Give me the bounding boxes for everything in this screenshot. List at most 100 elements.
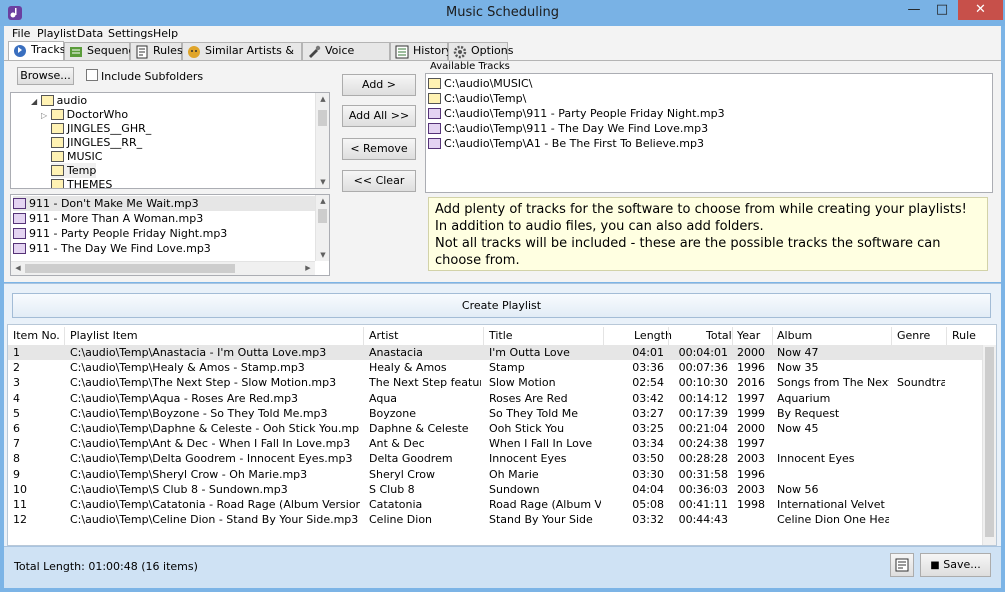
tab-sequence[interactable]: Sequence <box>64 42 141 60</box>
table-row[interactable]: 10 C:\audio\Temp\S Club 8 - Sundown.mp3 S … <box>8 482 984 497</box>
scroll-thumb[interactable] <box>318 110 327 126</box>
table-row[interactable]: 8 C:\audio\Temp\Delta Goodrem - Innocent … <box>8 451 984 466</box>
table-row[interactable]: 9 C:\audio\Temp\Sheryl Crow - Oh Marie.mp… <box>8 467 984 482</box>
tab-label: History <box>413 44 453 57</box>
add-all-button[interactable]: Add All >> <box>342 105 416 127</box>
column-header[interactable]: Artist <box>369 329 398 342</box>
tab-options[interactable]: Options <box>448 42 513 60</box>
tip-line: Not all tracks will be included - these … <box>435 236 941 268</box>
table-cell: 00:44:43 <box>678 513 728 527</box>
scroll-thumb[interactable] <box>985 347 994 537</box>
menu-help[interactable]: Help <box>153 27 178 40</box>
tab-voice-tracking[interactable]: Voice Tracking <box>302 42 390 73</box>
table-cell: 03:36 <box>632 361 664 375</box>
table-cell: 12 <box>13 513 27 527</box>
table-cell: 00:36:03 <box>678 482 728 496</box>
list-item[interactable]: C:\audio\Temp\911 - Party People Friday … <box>428 106 725 121</box>
sequence-icon <box>70 47 82 57</box>
rules-icon <box>136 45 148 59</box>
playlist-grid[interactable]: Item No. Playlist Item Artist Title Leng… <box>7 324 997 546</box>
folder-tree[interactable]: ◢ audio ▷ DoctorWho JINGLES__GHR_ JINGLE… <box>10 92 330 189</box>
table-cell: C:\audio\Temp\Boyzone - So They Told Me.… <box>70 406 328 420</box>
playlist-scrollbar[interactable] <box>982 345 996 545</box>
file-list-scrollbar[interactable]: ▲ ▼ <box>315 195 329 261</box>
menu-file[interactable]: File <box>12 27 30 40</box>
list-item[interactable]: 911 - More Than A Woman.mp3 <box>13 211 203 226</box>
list-item[interactable]: C:\audio\Temp\A1 - Be The First To Belie… <box>428 136 704 151</box>
table-cell: C:\audio\Temp\Sheryl Crow - Oh Marie.mp3 <box>70 467 308 481</box>
save-button[interactable]: ■ Save... <box>920 553 991 577</box>
table-row[interactable]: 1 C:\audio\Temp\Anastacia - I'm Outta Lov… <box>8 345 984 360</box>
column-header[interactable]: Total <box>706 329 732 342</box>
scroll-right-arrow[interactable]: ▶ <box>301 264 315 272</box>
available-tracks-list[interactable]: C:\audio\MUSIC\ C:\audio\Temp\ C:\audio\… <box>425 73 993 193</box>
column-header[interactable]: Album <box>777 329 812 342</box>
list-item[interactable]: 911 - The Day We Find Love.mp3 <box>13 241 211 256</box>
table-row[interactable]: 4 C:\audio\Temp\Aqua - Roses Are Red.mp3 A… <box>8 391 984 406</box>
list-item[interactable]: C:\audio\Temp\ <box>428 91 526 106</box>
tree-item-jingles-ghr[interactable]: JINGLES__GHR_ <box>51 121 151 136</box>
table-cell: 3 <box>13 376 20 390</box>
column-header[interactable]: Item No. <box>13 329 60 342</box>
scroll-down-arrow[interactable]: ▼ <box>316 251 329 259</box>
table-row[interactable]: 5 C:\audio\Temp\Boyzone - So They Told Me… <box>8 406 984 421</box>
menu-settings[interactable]: Settings <box>108 27 153 40</box>
table-cell: 04:04 <box>632 482 664 496</box>
tab-similar-artists[interactable]: Similar Artists & Titles <box>182 42 302 73</box>
table-row[interactable]: 12 C:\audio\Temp\Celine Dion - Stand By Y… <box>8 512 984 527</box>
list-item[interactable]: C:\audio\MUSIC\ <box>428 76 532 91</box>
maximize-button[interactable]: □ <box>928 0 956 20</box>
tree-scrollbar[interactable]: ▲ ▼ <box>315 93 329 188</box>
tree-item-music[interactable]: MUSIC <box>51 149 102 164</box>
table-cell: 6 <box>13 422 20 435</box>
add-button[interactable]: Add > <box>342 74 416 96</box>
scroll-down-arrow[interactable]: ▼ <box>316 178 329 186</box>
table-cell: 10 <box>13 482 27 496</box>
list-item[interactable]: C:\audio\Temp\911 - The Day We Find Love… <box>428 121 708 136</box>
table-cell: C:\audio\Temp\The Next Step - Slow Motio… <box>70 376 337 390</box>
folder-file-list[interactable]: 911 - Don't Make Me Wait.mp3 911 - More … <box>10 194 330 276</box>
tree-item-audio[interactable]: ◢ audio <box>31 93 87 108</box>
table-row[interactable]: 3 C:\audio\Temp\The Next Step - Slow Moti… <box>8 375 984 390</box>
tab-tracks[interactable]: Tracks <box>8 41 66 61</box>
tree-item-temp[interactable]: Temp <box>51 163 97 178</box>
table-row[interactable]: 7 C:\audio\Temp\Ant & Dec - When I Fall I… <box>8 436 984 451</box>
export-icon <box>895 558 909 572</box>
scroll-up-arrow[interactable]: ▲ <box>316 197 329 205</box>
minimize-button[interactable]: — <box>900 0 928 20</box>
column-header[interactable]: Playlist Item <box>70 329 138 342</box>
scroll-left-arrow[interactable]: ◀ <box>11 264 25 272</box>
table-row[interactable]: 6 C:\audio\Temp\Daphne & Celeste - Ooh St… <box>8 421 984 436</box>
table-row[interactable]: 2 C:\audio\Temp\Healy & Amos - Stamp.mp3 H… <box>8 360 984 375</box>
tip-line: In addition to audio files, you can also… <box>435 219 764 234</box>
table-row[interactable]: 11 C:\audio\Temp\Catatonia - Road Rage (A… <box>8 497 984 512</box>
tree-item-doctorwho[interactable]: ▷ DoctorWho <box>41 107 128 122</box>
close-button[interactable]: ✕ <box>958 0 1003 20</box>
menu-data[interactable]: Data <box>77 27 103 40</box>
file-list-hscrollbar[interactable]: ◀ ▶ <box>11 261 315 275</box>
export-button[interactable] <box>890 553 914 577</box>
column-header[interactable]: Length <box>634 329 672 342</box>
scroll-thumb[interactable] <box>318 209 327 223</box>
column-header[interactable]: Year <box>737 329 760 342</box>
list-item[interactable]: 911 - Don't Make Me Wait.mp3 <box>13 196 315 211</box>
menu-playlist[interactable]: Playlist <box>37 27 76 40</box>
tab-history[interactable]: History <box>390 42 452 60</box>
column-header[interactable]: Title <box>489 329 513 342</box>
browse-button[interactable]: Browse... <box>17 67 74 85</box>
table-cell: 03:30 <box>632 467 664 481</box>
clear-button[interactable]: << Clear <box>342 170 416 192</box>
scroll-thumb[interactable] <box>25 264 235 273</box>
tree-item-jingles-rr[interactable]: JINGLES__RR_ <box>51 135 142 150</box>
create-playlist-button[interactable]: Create Playlist <box>12 293 991 318</box>
include-subfolders-checkbox[interactable] <box>86 69 98 81</box>
table-cell: Innocent Eyes <box>489 452 567 466</box>
tree-item-themes[interactable]: THEMES <box>51 177 112 188</box>
list-item[interactable]: 911 - Party People Friday Night.mp3 <box>13 226 227 241</box>
tab-rules[interactable]: Rules <box>130 42 183 60</box>
scroll-up-arrow[interactable]: ▲ <box>316 95 329 103</box>
column-header[interactable]: Rule <box>952 329 976 342</box>
table-cell: 1997 <box>737 437 765 451</box>
column-header[interactable]: Genre <box>897 329 930 342</box>
remove-button[interactable]: < Remove <box>342 138 416 160</box>
